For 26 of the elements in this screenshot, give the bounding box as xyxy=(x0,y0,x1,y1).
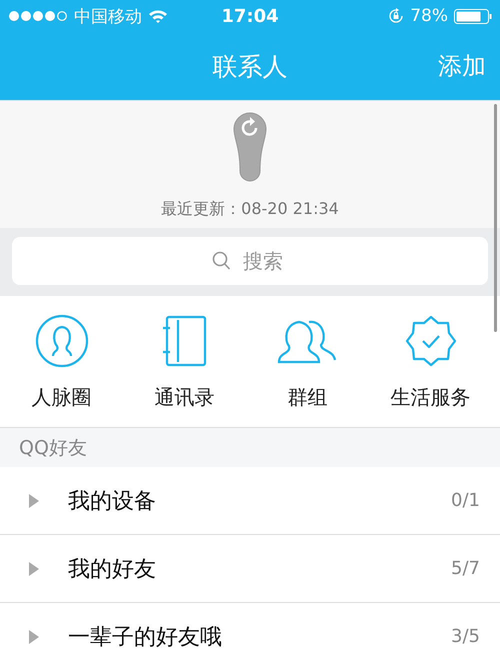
last-updated-text: 最近更新：08-20 21:34 xyxy=(161,199,339,220)
status-time: 17:04 xyxy=(221,6,279,26)
battery-percent: 78% xyxy=(410,6,448,26)
person-circle-icon xyxy=(34,314,88,368)
group-name: 我的设备 xyxy=(68,488,157,516)
rotation-lock-icon xyxy=(388,8,404,24)
shortcut-button[interactable]: 群组 xyxy=(246,296,369,427)
online-count: 0/1 xyxy=(451,490,480,511)
battery-icon xyxy=(454,8,492,24)
shortcut-button[interactable]: 通讯录 xyxy=(123,296,246,427)
section-header: QQ好友 xyxy=(0,428,500,467)
people-icon xyxy=(276,318,338,364)
wifi-icon xyxy=(148,8,168,24)
carrier-name: 中国移动 xyxy=(74,6,142,28)
search-icon xyxy=(212,251,231,271)
group-name: 一辈子的好友哦 xyxy=(68,624,223,652)
nav-title: 联系人 xyxy=(212,50,288,82)
online-count: 3/5 xyxy=(451,626,480,647)
notebook-icon xyxy=(162,314,206,368)
shortcut-button[interactable]: 生活服务 xyxy=(369,296,492,427)
shortcut-button[interactable]: 人脉圈 xyxy=(0,296,123,427)
online-count: 5/7 xyxy=(451,558,480,579)
group-name: 我的好友 xyxy=(68,556,157,584)
signal-icon xyxy=(8,10,68,22)
search-field[interactable]: 搜索 xyxy=(12,237,488,285)
verified-badge-icon xyxy=(404,315,456,367)
